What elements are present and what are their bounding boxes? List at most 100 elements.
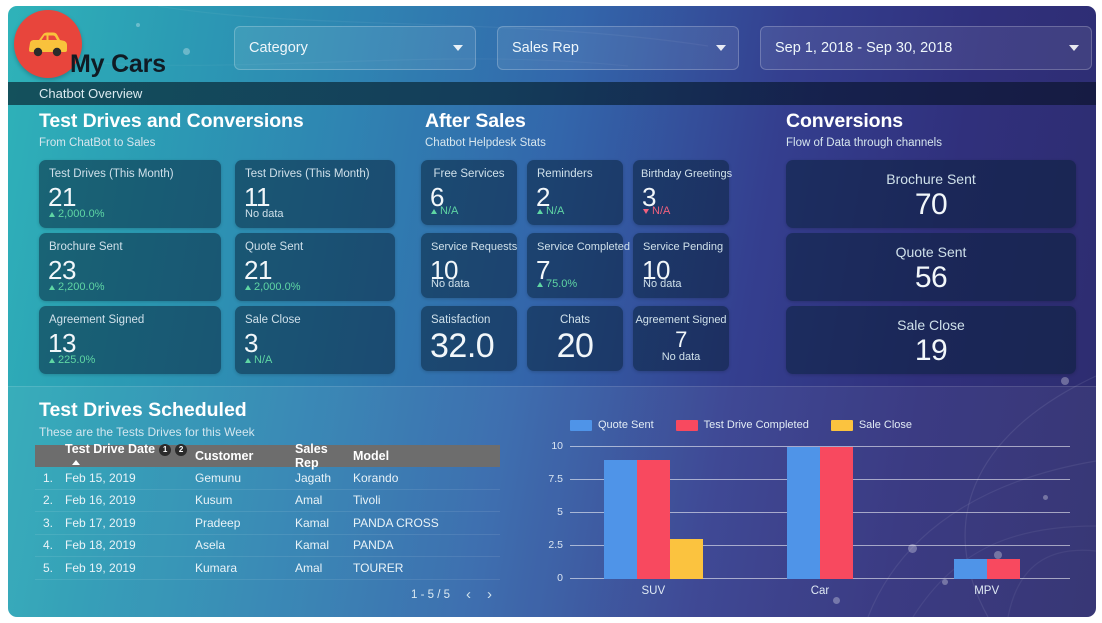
kpi-label: Service Requests	[431, 241, 518, 253]
trend-up-icon	[431, 209, 437, 214]
chart-bar[interactable]	[953, 559, 987, 579]
chart-bar-group: SUV	[570, 447, 737, 597]
kpi-card-sale-close[interactable]: Sale Close 3 N/A	[235, 306, 395, 374]
kpi-area: Test Drives and Conversions From ChatBot…	[8, 105, 1096, 386]
table-header-date[interactable]: Test Drive Date 1 2	[65, 442, 195, 470]
table-footer: 1 - 5 / 5 ‹ ›	[35, 580, 500, 610]
chevron-left-icon[interactable]: ‹	[466, 587, 471, 602]
row-date: Feb 17, 2019	[65, 515, 136, 530]
kpi-card-birthday-greetings[interactable]: Birthday Greetings 3 N/A	[633, 160, 732, 225]
kpi-label: Chats	[559, 314, 591, 326]
kpi-delta: 2,000.0%	[245, 281, 300, 293]
kpi-label: Agreement Signed	[49, 314, 145, 326]
row-model: PANDA CROSS	[353, 515, 439, 530]
table-header-customer[interactable]: Customer	[195, 449, 295, 463]
conversion-card-quote-sent[interactable]: Quote Sent 56	[786, 233, 1076, 301]
table-header-row: Test Drive Date 1 2 Customer Sales Rep Mod…	[35, 442, 500, 470]
chart-bar[interactable]	[669, 539, 703, 579]
kpi-delta: No data	[245, 208, 284, 220]
conversion-card-sale-close[interactable]: Sale Close 19	[786, 306, 1076, 374]
trend-up-icon	[49, 212, 55, 217]
conversion-label: Brochure Sent	[886, 171, 976, 187]
kpi-card-test-drives-1[interactable]: Test Drives (This Month) 21 2,000.0%	[39, 160, 221, 228]
conversions-title: Conversions	[786, 110, 904, 132]
kpi-delta: N/A	[431, 205, 517, 217]
row-model: Korando	[353, 470, 399, 485]
chart-bar[interactable]	[636, 460, 670, 579]
panel-subtitle: These are the Tests Drives for this Week	[39, 425, 255, 439]
chart-legend: Quote Sent Test Drive Completed Sale Clo…	[570, 419, 912, 431]
car-icon	[29, 32, 67, 57]
chevron-right-icon[interactable]: ›	[487, 587, 492, 602]
test-drives-table: Test Drive Date 1 2 Customer Sales Rep Mod…	[35, 442, 500, 610]
overview-subtitle-bar: Chatbot Overview	[8, 82, 1096, 105]
kpi-card-brochure-sent[interactable]: Brochure Sent 23 2,200.0%	[39, 233, 221, 301]
test-drives-title: Test Drives and Conversions	[39, 110, 304, 132]
brand-title: My Cars	[70, 50, 166, 78]
date-range-filter-dropdown[interactable]: Sep 1, 2018 - Sep 30, 2018	[760, 26, 1092, 70]
row-customer: Pradeep	[195, 515, 241, 530]
conversion-label: Quote Sent	[895, 244, 967, 260]
legend-swatch	[570, 419, 592, 431]
kpi-delta: No data	[643, 278, 682, 290]
table-row[interactable]: 1. Feb 15, 2019 Gemunu Jagath Korando	[35, 467, 500, 490]
table-row[interactable]: 5. Feb 19, 2019 Kumara Amal TOURER	[35, 557, 500, 580]
chevron-down-icon	[453, 45, 463, 51]
row-sales-rep: Kamal	[295, 515, 330, 530]
kpi-delta: 2,000.0%	[49, 208, 104, 220]
table-row[interactable]: 4. Feb 18, 2019 Asela Kamal PANDA	[35, 535, 500, 557]
sales-rep-filter-dropdown[interactable]: Sales Rep	[497, 26, 739, 70]
kpi-card-service-pending[interactable]: Service Pending 10 No data	[633, 233, 729, 298]
kpi-card-chats[interactable]: Chats 20	[527, 306, 623, 371]
kpi-delta: No data	[431, 278, 470, 290]
info-badge-2[interactable]: 2	[175, 443, 188, 456]
category-filter-dropdown[interactable]: Category	[234, 26, 476, 70]
row-model: TOURER	[353, 560, 404, 575]
row-index: 5.	[43, 560, 54, 575]
kpi-label: Brochure Sent	[49, 241, 123, 253]
legend-item-test-drive-completed[interactable]: Test Drive Completed	[675, 419, 809, 431]
kpi-card-agreement-signed[interactable]: Agreement Signed 13 225.0%	[39, 306, 221, 374]
chart-bar-group: Car	[737, 447, 904, 597]
overview-subtitle: Chatbot Overview	[39, 86, 143, 101]
kpi-label: Satisfaction	[431, 314, 491, 326]
row-customer: Gemunu	[195, 470, 242, 485]
chart-bar[interactable]	[986, 559, 1020, 579]
legend-item-sale-close[interactable]: Sale Close	[830, 419, 913, 431]
table-header-sales-rep[interactable]: Sales Rep	[295, 442, 353, 470]
legend-label: Sale Close	[858, 419, 913, 431]
chart-bar[interactable]	[786, 447, 820, 579]
pagination-range: 1 - 5 / 5	[411, 588, 450, 601]
legend-item-quote-sent[interactable]: Quote Sent	[570, 419, 654, 431]
trend-up-icon	[245, 358, 251, 363]
chart-bar[interactable]	[603, 460, 637, 579]
kpi-delta: 75.0%	[537, 278, 577, 290]
test-drives-section-header: Test Drives and Conversions From ChatBot…	[39, 110, 304, 149]
conversion-value: 70	[914, 188, 948, 221]
table-row[interactable]: 2. Feb 16, 2019 Kusum Amal Tivoli	[35, 490, 500, 512]
x-axis-tick-label: SUV	[641, 585, 666, 597]
sort-ascending-icon[interactable]	[72, 460, 80, 465]
kpi-card-quote-sent[interactable]: Quote Sent 21 2,000.0%	[235, 233, 395, 301]
kpi-card-service-requests[interactable]: Service Requests 10 No data	[421, 233, 517, 298]
row-sales-rep: Jagath	[295, 470, 332, 485]
kpi-card-agreement-signed-after-sales[interactable]: Agreement Signed 7 No data	[633, 306, 729, 371]
kpi-card-free-services[interactable]: Free Services 6 N/A	[421, 160, 517, 225]
table-header-model[interactable]: Model	[353, 449, 500, 463]
conversion-card-brochure-sent[interactable]: Brochure Sent 70	[786, 160, 1076, 228]
table-row[interactable]: 3. Feb 17, 2019 Pradeep Kamal PANDA CROS…	[35, 512, 500, 535]
kpi-card-reminders[interactable]: Reminders 2 N/A	[527, 160, 623, 225]
chart-bar[interactable]	[819, 447, 853, 579]
info-badge-1[interactable]: 1	[159, 443, 172, 456]
dashboard-canvas: My Cars Category Sales Rep Sep 1, 2018 -…	[8, 6, 1096, 617]
kpi-delta: N/A	[245, 354, 272, 366]
kpi-card-satisfaction[interactable]: Satisfaction 32.0	[421, 306, 517, 371]
legend-swatch	[830, 419, 853, 431]
row-date: Feb 15, 2019	[65, 470, 136, 485]
y-axis-tick-label: 7.5	[548, 473, 563, 485]
kpi-card-test-drives-2[interactable]: Test Drives (This Month) 11 No data	[235, 160, 395, 228]
kpi-label: Agreement Signed	[635, 314, 727, 326]
kpi-card-service-completed[interactable]: Service Completed 7 75.0%	[527, 233, 630, 298]
y-axis-tick-label: 10	[551, 440, 563, 452]
row-sales-rep: Amal	[295, 560, 323, 575]
